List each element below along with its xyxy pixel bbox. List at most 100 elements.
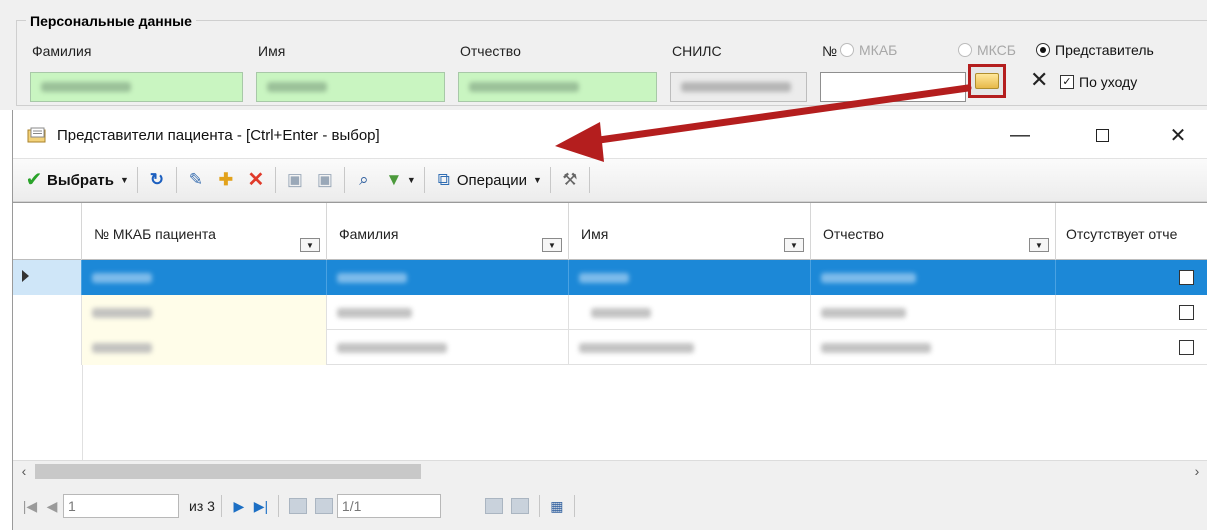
cell-no-patronymic[interactable] (1056, 295, 1207, 330)
print-icon[interactable] (510, 498, 529, 514)
table-row[interactable] (13, 260, 1207, 295)
close-button[interactable]: ✕ (1155, 120, 1201, 150)
scroll-right-icon[interactable]: › (1186, 461, 1207, 482)
radio-representative-dot[interactable] (1036, 43, 1050, 57)
grid-header: № МКАБ пациента ▼ Фамилия ▼ Имя ▼ Отчест… (13, 203, 1207, 260)
column-filter-dropdown[interactable]: ▼ (784, 238, 804, 252)
no-patronymic-checkbox[interactable] (1179, 305, 1194, 320)
scroll-thumb[interactable] (35, 464, 421, 479)
next-page-icon[interactable]: ▶ (228, 495, 250, 517)
next-record-icon[interactable] (314, 498, 333, 514)
find-icon: ⌕ (359, 170, 369, 189)
cell-surname[interactable] (327, 260, 569, 295)
table-row[interactable] (13, 295, 1207, 330)
chevron-down-icon[interactable]: ▼ (407, 175, 416, 185)
cell-mkab[interactable] (82, 330, 327, 365)
radio-representative[interactable]: Представитель (1036, 42, 1154, 58)
care-checkbox-box[interactable]: ✓ (1060, 75, 1074, 89)
column-header-patronymic[interactable]: Отчество ▼ (811, 203, 1056, 260)
cell-mkab[interactable] (82, 260, 327, 295)
grid-settings-icon[interactable]: ▦ (546, 495, 568, 517)
chevron-down-icon[interactable]: ▼ (120, 175, 129, 185)
horizontal-scrollbar[interactable]: ‹ › (13, 460, 1207, 482)
no-patronymic-checkbox[interactable] (1179, 340, 1194, 355)
number-label: № (822, 43, 838, 59)
column-filter-dropdown[interactable]: ▼ (300, 238, 320, 252)
column-filter-dropdown[interactable]: ▼ (1029, 238, 1049, 252)
column-header-surname[interactable]: Фамилия ▼ (327, 203, 569, 260)
row-indicator[interactable] (13, 330, 82, 365)
row-indicator[interactable] (13, 295, 82, 330)
radio-mkab-dot[interactable] (840, 43, 854, 57)
column-header-no-patronymic[interactable]: Отсутствует отче (1056, 203, 1207, 260)
cell-surname[interactable] (327, 330, 569, 365)
minimize-button[interactable]: — (997, 120, 1043, 150)
record-navigator: |◀ ◀ 1 из 3 ▶ ▶| 1/1 ▦ (13, 482, 1207, 530)
cell-no-patronymic[interactable] (1056, 330, 1207, 365)
toolbar-separator (175, 167, 177, 193)
prev-page-icon[interactable]: ◀ (41, 495, 63, 517)
column-header-mkab[interactable]: № МКАБ пациента ▼ (82, 203, 327, 260)
no-patronymic-checkbox[interactable] (1179, 270, 1194, 285)
toolbar-separator (136, 167, 138, 193)
cell-no-patronymic[interactable] (1056, 260, 1207, 295)
nav-separator (573, 495, 575, 517)
scroll-left-icon[interactable]: ‹ (13, 461, 35, 482)
find-button[interactable]: ⌕ (349, 165, 379, 195)
last-page-icon[interactable]: ▶| (250, 495, 272, 517)
column-filter-dropdown[interactable]: ▼ (542, 238, 562, 252)
toolbar-separator (343, 167, 345, 193)
name-label: Имя (258, 43, 286, 59)
radio-mkab-label: МКАБ (859, 42, 898, 58)
tools-button[interactable]: ⚒ (555, 165, 585, 195)
refresh-button[interactable]: ↻ (142, 165, 172, 195)
column-label: Имя (581, 226, 609, 242)
radio-mksb-dot[interactable] (958, 43, 972, 57)
folder-icon (27, 127, 46, 143)
save-all-button[interactable]: ▣ (310, 165, 340, 195)
cell-patronymic[interactable] (811, 330, 1056, 365)
add-button[interactable]: ✚ (211, 165, 241, 195)
representatives-grid: № МКАБ пациента ▼ Фамилия ▼ Имя ▼ Отчест… (13, 202, 1207, 472)
cell-patronymic[interactable] (811, 260, 1056, 295)
cell-name[interactable] (569, 330, 811, 365)
page-input[interactable]: 1 (63, 494, 179, 518)
edit-button[interactable]: ✎ (181, 165, 211, 195)
column-header-name[interactable]: Имя ▼ (569, 203, 811, 260)
cell-surname[interactable] (327, 295, 569, 330)
number-field[interactable] (820, 72, 966, 102)
column-label: Отсутствует отче (1066, 226, 1178, 242)
save-button[interactable]: ▣ (280, 165, 310, 195)
radio-mksb[interactable]: МКСБ (958, 42, 1016, 58)
delete-button[interactable]: ✕ (241, 165, 271, 195)
first-page-icon[interactable]: |◀ (19, 495, 41, 517)
surname-label: Фамилия (32, 43, 92, 59)
row-indicator[interactable] (13, 260, 82, 295)
cell-patronymic[interactable] (811, 295, 1056, 330)
export-icon[interactable] (484, 498, 503, 514)
dialog-title: Представители пациента - [Ctrl+Enter - в… (57, 127, 380, 144)
maximize-button[interactable] (1079, 120, 1125, 150)
patronymic-field[interactable] (458, 72, 657, 102)
select-button[interactable]: ✔ Выбрать ▼ (19, 165, 133, 195)
snils-field[interactable] (670, 72, 807, 102)
group-title: Персональные данные (26, 13, 196, 29)
surname-field[interactable] (30, 72, 243, 102)
operations-button[interactable]: ⧉ Операции ▼ (429, 165, 546, 195)
chevron-down-icon[interactable]: ▼ (533, 175, 542, 185)
care-checkbox[interactable]: ✓ По уходу (1060, 74, 1137, 90)
cell-name[interactable] (569, 295, 811, 330)
record-position-input[interactable]: 1/1 (336, 494, 441, 518)
dialog-titlebar[interactable]: Представители пациента - [Ctrl+Enter - в… (13, 110, 1207, 158)
prev-record-icon[interactable] (288, 498, 307, 514)
column-label: Фамилия (339, 226, 399, 242)
name-field[interactable] (256, 72, 445, 102)
lookup-representative-button[interactable] (968, 64, 1006, 98)
clear-icon[interactable]: ✕ (1030, 68, 1048, 92)
radio-mkab[interactable]: МКАБ (840, 42, 897, 58)
filter-button[interactable]: ▼ ▼ (379, 165, 420, 195)
toolbar: ✔ Выбрать ▼ ↻ ✎ ✚ ✕ ▣ ▣ ⌕ ▼ ▼ ⧉ Операции… (13, 158, 1207, 202)
cell-name[interactable] (569, 260, 811, 295)
table-row[interactable] (13, 330, 1207, 365)
cell-mkab[interactable] (82, 295, 327, 330)
